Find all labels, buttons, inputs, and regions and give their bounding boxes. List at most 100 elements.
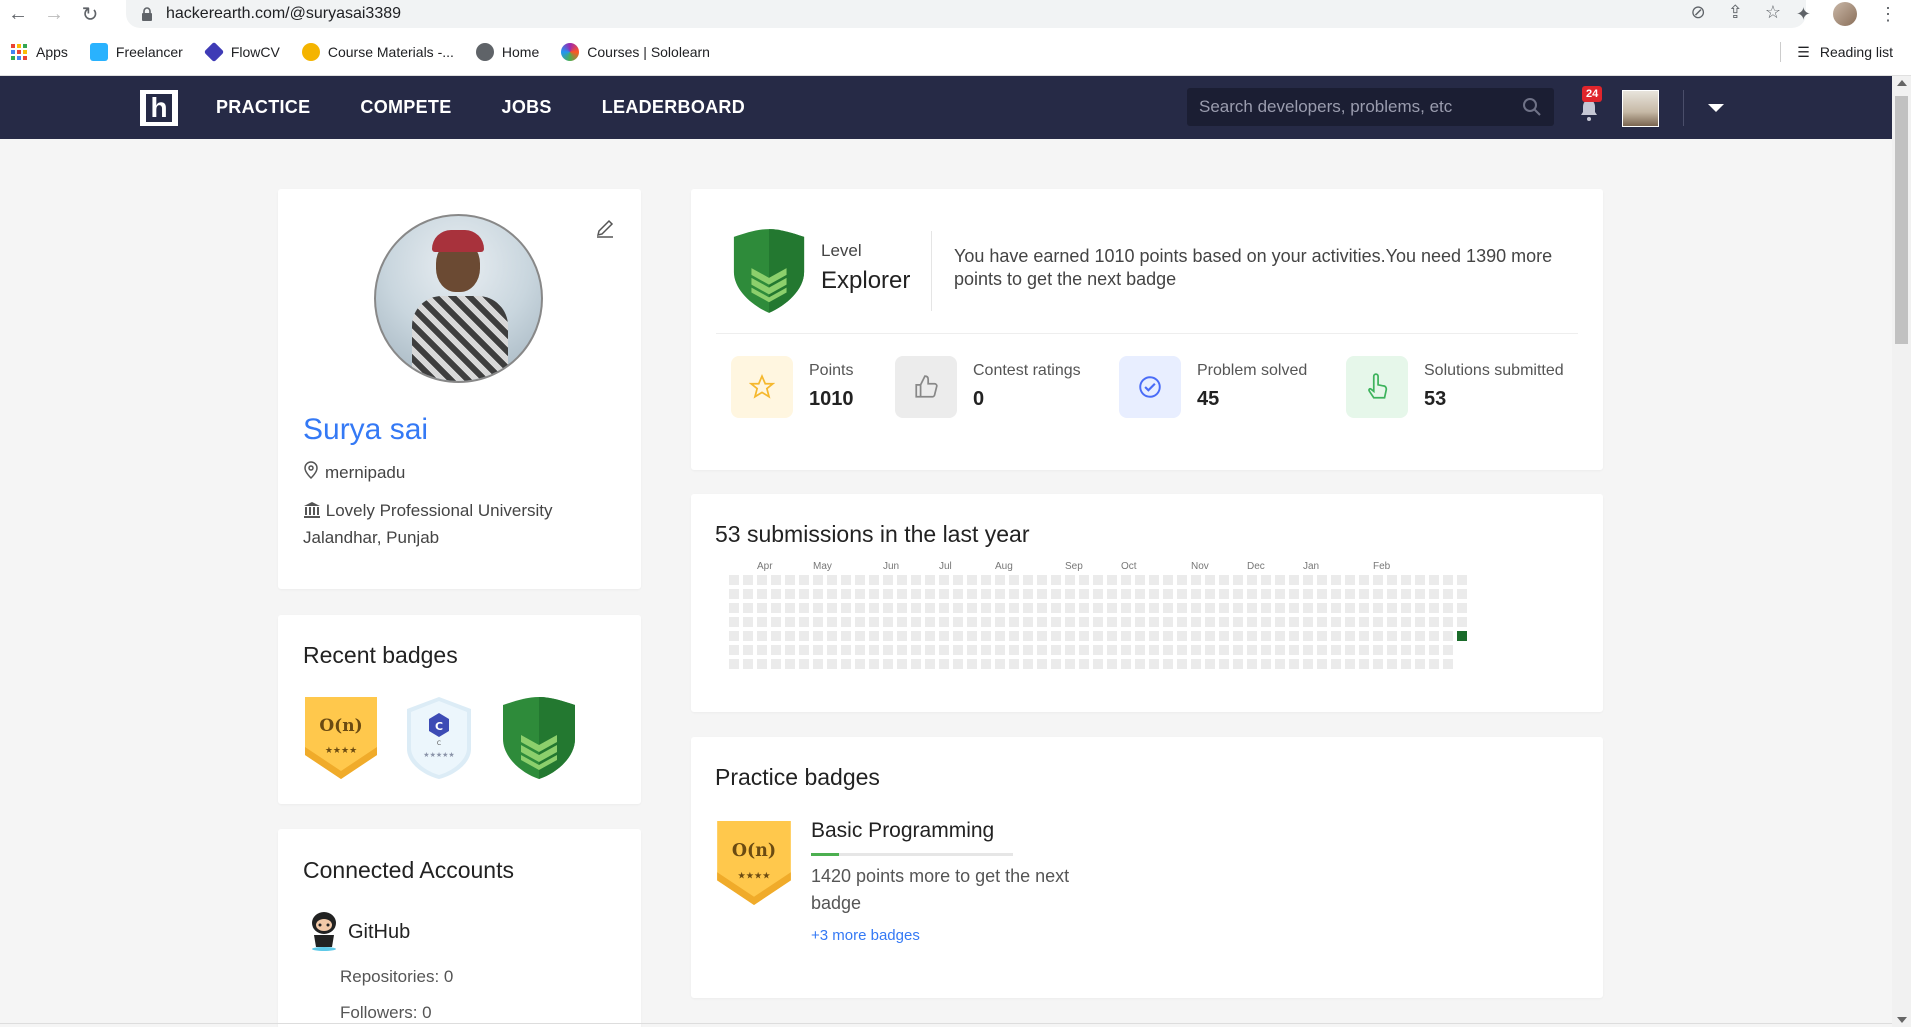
heatmap-day[interactable] bbox=[785, 617, 795, 627]
menu-leaderboard[interactable]: LEADERBOARD bbox=[602, 97, 745, 118]
heatmap-day[interactable] bbox=[1275, 659, 1285, 669]
heatmap-day[interactable] bbox=[1009, 603, 1019, 613]
heatmap-day[interactable] bbox=[1443, 659, 1453, 669]
heatmap-day[interactable] bbox=[897, 645, 907, 655]
heatmap-day[interactable] bbox=[1135, 617, 1145, 627]
heatmap-day[interactable] bbox=[1135, 589, 1145, 599]
heatmap-day[interactable] bbox=[841, 575, 851, 585]
heatmap-day[interactable] bbox=[1093, 617, 1103, 627]
heatmap-day[interactable] bbox=[995, 589, 1005, 599]
heatmap-day[interactable] bbox=[743, 659, 753, 669]
heatmap-day[interactable] bbox=[911, 603, 921, 613]
heatmap-day[interactable] bbox=[1135, 659, 1145, 669]
bookmark-star-icon[interactable]: ☆ bbox=[1765, 2, 1781, 23]
heatmap-day[interactable] bbox=[1331, 631, 1341, 641]
heatmap-day[interactable] bbox=[1163, 659, 1173, 669]
heatmap-day[interactable] bbox=[1429, 617, 1439, 627]
heatmap-day[interactable] bbox=[1415, 603, 1425, 613]
heatmap-day[interactable] bbox=[925, 617, 935, 627]
heatmap-day[interactable] bbox=[1429, 631, 1439, 641]
heatmap-day[interactable] bbox=[1149, 575, 1159, 585]
heatmap-day[interactable] bbox=[1233, 645, 1243, 655]
heatmap-day[interactable] bbox=[1149, 617, 1159, 627]
heatmap-day[interactable] bbox=[729, 603, 739, 613]
address-bar[interactable]: hackerearth.com/@suryasai3389 bbox=[126, 0, 1806, 28]
heatmap-day[interactable] bbox=[1135, 575, 1145, 585]
heatmap-day[interactable] bbox=[1275, 617, 1285, 627]
heatmap-day[interactable] bbox=[1429, 603, 1439, 613]
heatmap-day[interactable] bbox=[1261, 603, 1271, 613]
heatmap-day[interactable] bbox=[1275, 645, 1285, 655]
heatmap-day[interactable] bbox=[1373, 645, 1383, 655]
heatmap-day[interactable] bbox=[1121, 603, 1131, 613]
heatmap-day[interactable] bbox=[1163, 603, 1173, 613]
heatmap-day[interactable] bbox=[995, 659, 1005, 669]
heatmap-day[interactable] bbox=[1247, 659, 1257, 669]
heatmap-day[interactable] bbox=[1079, 603, 1089, 613]
heatmap-day[interactable] bbox=[841, 589, 851, 599]
heatmap-day[interactable] bbox=[995, 631, 1005, 641]
heatmap-day[interactable] bbox=[1037, 603, 1047, 613]
heatmap-day[interactable] bbox=[1191, 617, 1201, 627]
heatmap-day[interactable] bbox=[1177, 589, 1187, 599]
heatmap-day[interactable] bbox=[1359, 645, 1369, 655]
heatmap-day[interactable] bbox=[1443, 603, 1453, 613]
heatmap-day[interactable] bbox=[869, 631, 879, 641]
heatmap-day[interactable] bbox=[1415, 631, 1425, 641]
search-input[interactable] bbox=[1199, 97, 1519, 117]
heatmap-day[interactable] bbox=[743, 631, 753, 641]
github-account[interactable]: GitHub bbox=[308, 909, 410, 956]
heatmap-day[interactable] bbox=[1191, 631, 1201, 641]
heatmap-day[interactable] bbox=[939, 589, 949, 599]
heatmap-day[interactable] bbox=[799, 631, 809, 641]
heatmap-day[interactable] bbox=[827, 603, 837, 613]
profile-avatar-icon[interactable] bbox=[1833, 2, 1857, 26]
heatmap-day[interactable] bbox=[1023, 617, 1033, 627]
heatmap-day[interactable] bbox=[1121, 645, 1131, 655]
heatmap-day[interactable] bbox=[939, 631, 949, 641]
heatmap-day[interactable] bbox=[813, 659, 823, 669]
heatmap-day[interactable] bbox=[827, 589, 837, 599]
heatmap-day[interactable] bbox=[729, 575, 739, 585]
heatmap-day[interactable] bbox=[1107, 603, 1117, 613]
heatmap-day[interactable] bbox=[1345, 589, 1355, 599]
heatmap-day[interactable] bbox=[1317, 631, 1327, 641]
heatmap-day[interactable] bbox=[1345, 631, 1355, 641]
heatmap-day[interactable] bbox=[1023, 631, 1033, 641]
heatmap-day[interactable] bbox=[1233, 617, 1243, 627]
heatmap-day[interactable] bbox=[827, 631, 837, 641]
heatmap-day[interactable] bbox=[1303, 645, 1313, 655]
heatmap-day[interactable] bbox=[1429, 645, 1439, 655]
heatmap-day[interactable] bbox=[1401, 645, 1411, 655]
bookmark-course-materials[interactable]: Course Materials -... bbox=[301, 42, 454, 61]
search-icon[interactable] bbox=[1522, 97, 1542, 117]
heatmap-day[interactable] bbox=[1247, 617, 1257, 627]
heatmap-day[interactable] bbox=[771, 575, 781, 585]
heatmap-day[interactable] bbox=[1051, 645, 1061, 655]
heatmap-day[interactable] bbox=[729, 631, 739, 641]
heatmap-day[interactable] bbox=[1009, 631, 1019, 641]
heatmap-day[interactable] bbox=[827, 617, 837, 627]
heatmap-day[interactable] bbox=[1219, 631, 1229, 641]
heatmap-day[interactable] bbox=[897, 631, 907, 641]
heatmap-day[interactable] bbox=[1303, 589, 1313, 599]
heatmap-day[interactable] bbox=[1233, 603, 1243, 613]
heatmap-day[interactable] bbox=[1345, 645, 1355, 655]
heatmap-day[interactable] bbox=[1177, 575, 1187, 585]
heatmap-day[interactable] bbox=[1149, 603, 1159, 613]
heatmap-day[interactable] bbox=[1415, 617, 1425, 627]
heatmap-day[interactable] bbox=[1289, 631, 1299, 641]
chevron-down-icon[interactable] bbox=[1708, 104, 1724, 112]
heatmap-day[interactable] bbox=[813, 575, 823, 585]
heatmap-day[interactable] bbox=[1331, 575, 1341, 585]
heatmap-day[interactable] bbox=[1303, 575, 1313, 585]
heatmap-day[interactable] bbox=[785, 659, 795, 669]
heatmap-day[interactable] bbox=[1387, 617, 1397, 627]
heatmap-day[interactable] bbox=[1457, 617, 1467, 627]
back-icon[interactable]: ← bbox=[0, 3, 36, 26]
heatmap-day[interactable] bbox=[1079, 631, 1089, 641]
heatmap-day[interactable] bbox=[1051, 659, 1061, 669]
heatmap-day[interactable] bbox=[1177, 631, 1187, 641]
heatmap-day[interactable] bbox=[1163, 589, 1173, 599]
heatmap-day[interactable] bbox=[813, 617, 823, 627]
